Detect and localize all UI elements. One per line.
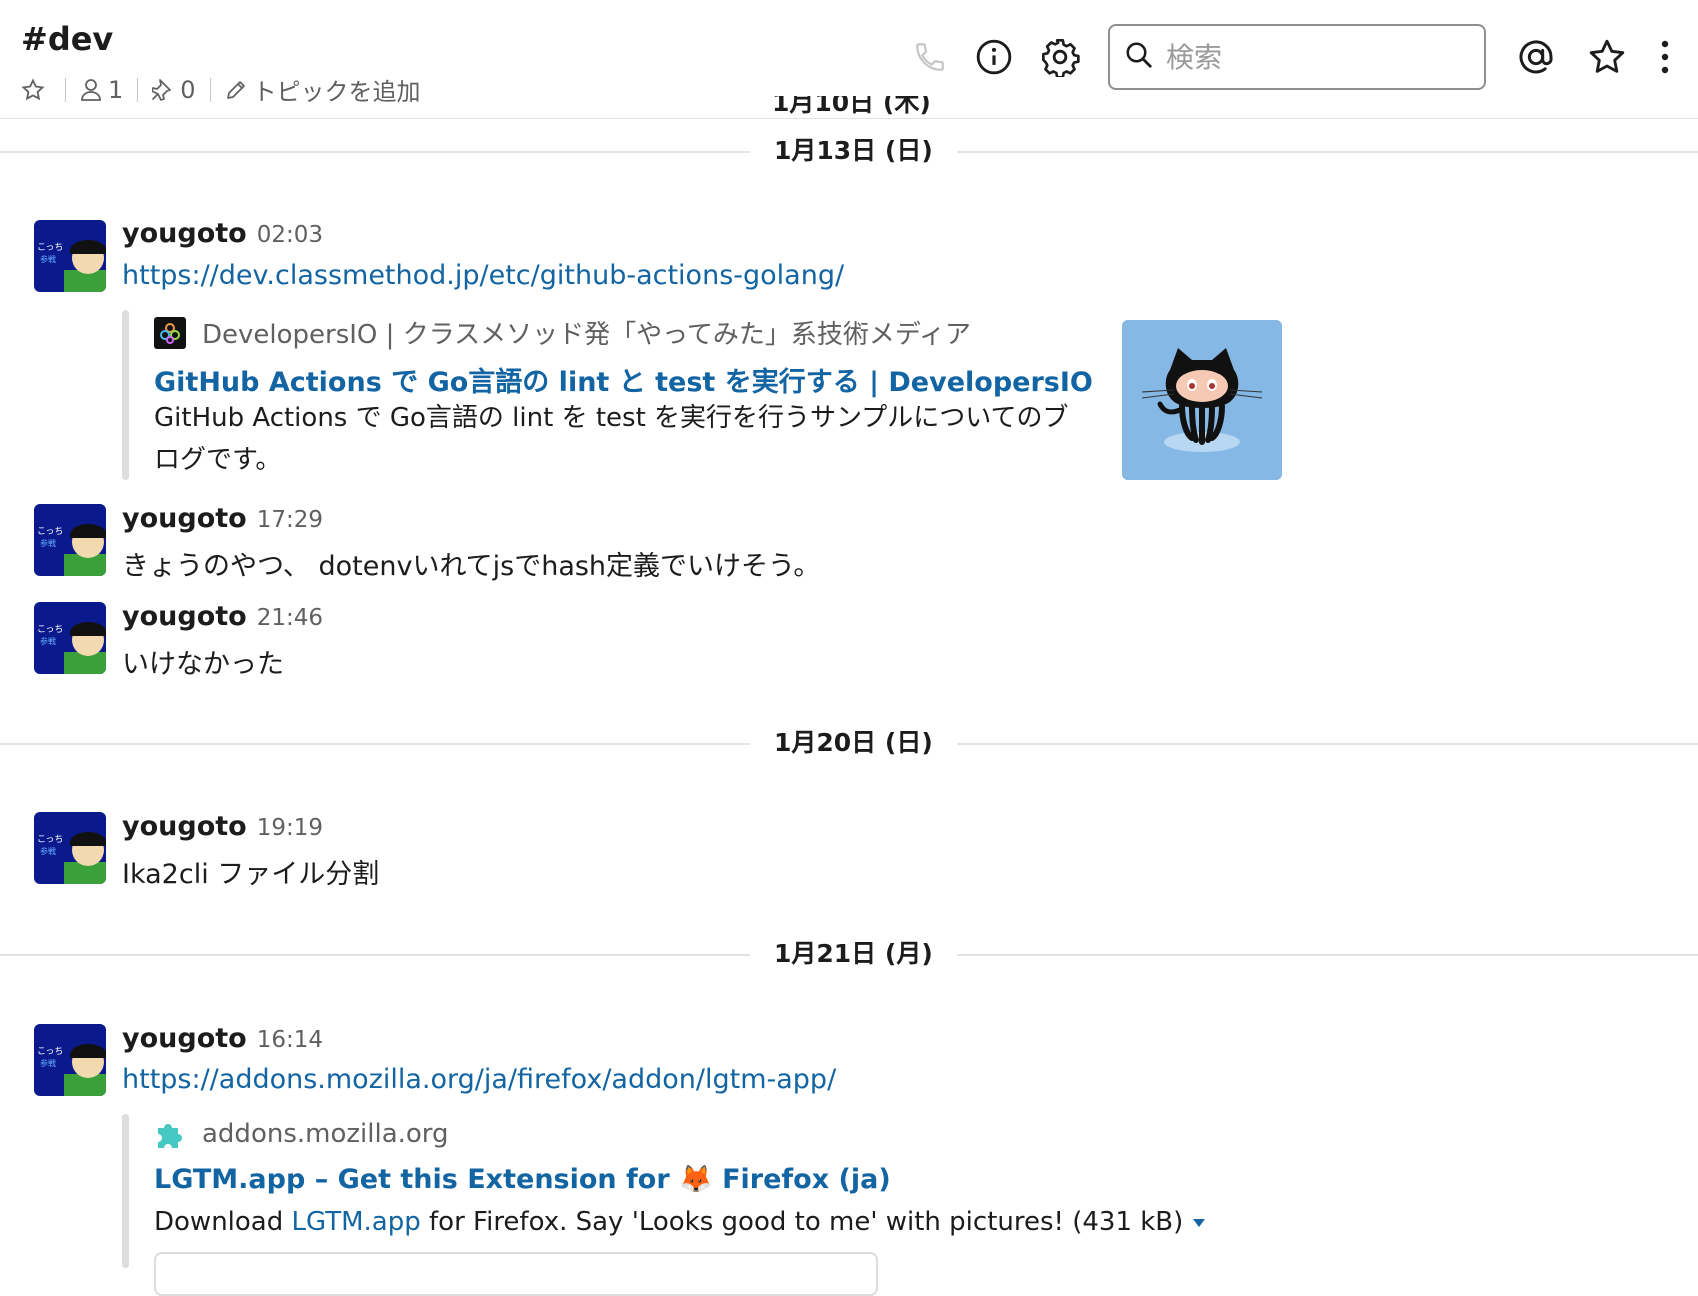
svg-text:こっち: こっち bbox=[37, 526, 63, 537]
meta-divider bbox=[209, 77, 211, 102]
author-name[interactable]: yougoto bbox=[122, 218, 247, 249]
attachment-source-name[interactable]: DevelopersIO | クラスメソッド発「やってみた」系技術メディア bbox=[202, 314, 971, 351]
message-link[interactable]: https://addons.mozilla.org/ja/firefox/ad… bbox=[122, 1064, 836, 1095]
date-label[interactable]: 1月20日 (日) bbox=[750, 724, 957, 762]
at-icon[interactable] bbox=[1513, 34, 1559, 80]
search-input[interactable] bbox=[1164, 39, 1468, 75]
info-icon[interactable] bbox=[971, 34, 1017, 80]
search-icon bbox=[1124, 40, 1154, 74]
date-label[interactable]: 1月21日 (月) bbox=[750, 935, 957, 973]
meta-divider bbox=[137, 77, 139, 102]
caret-down-icon[interactable] bbox=[1193, 1218, 1206, 1227]
author-name[interactable]: yougoto bbox=[122, 503, 247, 534]
file-preview-box[interactable] bbox=[154, 1252, 878, 1296]
attachment-bar bbox=[122, 310, 129, 480]
title-text[interactable]: LGTM.app – Get this Extension for bbox=[154, 1164, 670, 1195]
svg-text:こっち: こっち bbox=[37, 834, 63, 845]
svg-text:参戦: 参戦 bbox=[40, 538, 56, 548]
pin-count[interactable]: 0 bbox=[180, 76, 195, 104]
member-icon[interactable] bbox=[80, 78, 102, 102]
avatar[interactable]: こっち 参戦 bbox=[34, 504, 106, 576]
date-divider: 1月13日 (日) bbox=[0, 132, 1698, 170]
message-header: yougoto 17:29 bbox=[122, 503, 323, 534]
pin-icon[interactable] bbox=[152, 78, 174, 102]
svg-text:参戦: 参戦 bbox=[40, 254, 56, 264]
timestamp[interactable]: 02:03 bbox=[257, 222, 323, 248]
svg-text:参戦: 参戦 bbox=[40, 846, 56, 856]
gear-icon[interactable] bbox=[1037, 34, 1083, 80]
date-divider: 1月21日 (月) bbox=[0, 935, 1698, 973]
attachment-source: DevelopersIO | クラスメソッド発「やってみた」系技術メディア bbox=[154, 314, 971, 351]
attachment-bar bbox=[122, 1114, 129, 1268]
developersio-favicon-icon bbox=[154, 316, 186, 349]
title-text[interactable]: Firefox (ja) bbox=[722, 1164, 891, 1195]
message-link[interactable]: https://dev.classmethod.jp/etc/github-ac… bbox=[122, 260, 844, 291]
octocat-thumbnail[interactable] bbox=[1122, 320, 1282, 480]
meta-divider bbox=[65, 77, 66, 102]
member-count[interactable]: 1 bbox=[108, 76, 123, 104]
message-header: yougoto 16:14 bbox=[122, 1023, 323, 1054]
svg-text:こっち: こっち bbox=[37, 1046, 63, 1057]
avatar[interactable]: こっち 参戦 bbox=[34, 220, 106, 292]
attachment-source-name[interactable]: addons.mozilla.org bbox=[202, 1119, 449, 1149]
date-label[interactable]: 1月13日 (日) bbox=[750, 132, 957, 170]
description-text: Download bbox=[154, 1207, 284, 1237]
avatar[interactable]: こっち 参戦 bbox=[34, 1024, 106, 1096]
attachment-source: addons.mozilla.org bbox=[154, 1118, 449, 1150]
description-text: for Firefox. Say 'Looks good to me' with… bbox=[429, 1207, 1184, 1237]
add-topic-link[interactable]: トピックを追加 bbox=[253, 72, 421, 107]
fox-emoji-icon: 🦊 bbox=[679, 1164, 713, 1195]
pencil-icon[interactable] bbox=[225, 79, 247, 101]
search-box[interactable] bbox=[1108, 24, 1486, 90]
message-header: yougoto 19:19 bbox=[122, 811, 323, 842]
more-icon[interactable] bbox=[1642, 34, 1688, 80]
avatar[interactable]: こっち 参戦 bbox=[34, 602, 106, 674]
svg-text:参戦: 参戦 bbox=[40, 1058, 56, 1068]
attachment-title[interactable]: LGTM.app – Get this Extension for 🦊 Fire… bbox=[154, 1163, 891, 1195]
message-text: いけなかった bbox=[122, 649, 284, 680]
attachment-description: Download LGTM.app for Firefox. Say 'Look… bbox=[154, 1201, 1206, 1243]
attachment-description: GitHub Actions で Go言語の lint を test を実行を行… bbox=[154, 397, 1068, 481]
date-divider: 1月20日 (日) bbox=[0, 724, 1698, 762]
author-name[interactable]: yougoto bbox=[122, 811, 247, 842]
svg-text:こっち: こっち bbox=[37, 242, 63, 253]
attachment-title[interactable]: GitHub Actions で Go言語の lint と test を実行する… bbox=[154, 360, 1093, 399]
message-text: きょうのやつ、 dotenvいれてjsでhash定義でいけそう。 bbox=[122, 551, 821, 582]
timestamp[interactable]: 21:46 bbox=[257, 605, 323, 631]
svg-text:こっち: こっち bbox=[37, 624, 63, 635]
channel-meta: 1 0 トピックを追加 bbox=[21, 72, 421, 107]
timestamp[interactable]: 17:29 bbox=[257, 507, 323, 533]
author-name[interactable]: yougoto bbox=[122, 1023, 247, 1054]
timestamp[interactable]: 19:19 bbox=[257, 815, 323, 841]
avatar[interactable]: こっち 参戦 bbox=[34, 812, 106, 884]
svg-text:参戦: 参戦 bbox=[40, 636, 56, 646]
star-icon[interactable] bbox=[1584, 34, 1630, 80]
description-line: GitHub Actions で Go言語の lint を test を実行を行… bbox=[154, 403, 1069, 433]
channel-name[interactable]: #dev bbox=[21, 20, 113, 58]
phone-icon[interactable] bbox=[907, 34, 953, 80]
clipped-date: 1月10日 (木) bbox=[772, 96, 931, 116]
message-header: yougoto 02:03 bbox=[122, 218, 323, 249]
message-header: yougoto 21:46 bbox=[122, 601, 323, 632]
description-line: ログです。 bbox=[154, 445, 282, 475]
lgtm-app-link[interactable]: LGTM.app bbox=[292, 1207, 421, 1237]
message-text: Ika2cli ファイル分割 bbox=[122, 859, 380, 890]
puzzle-piece-icon bbox=[154, 1118, 186, 1150]
author-name[interactable]: yougoto bbox=[122, 601, 247, 632]
star-outline-icon[interactable] bbox=[21, 77, 45, 102]
timestamp[interactable]: 16:14 bbox=[257, 1027, 323, 1053]
